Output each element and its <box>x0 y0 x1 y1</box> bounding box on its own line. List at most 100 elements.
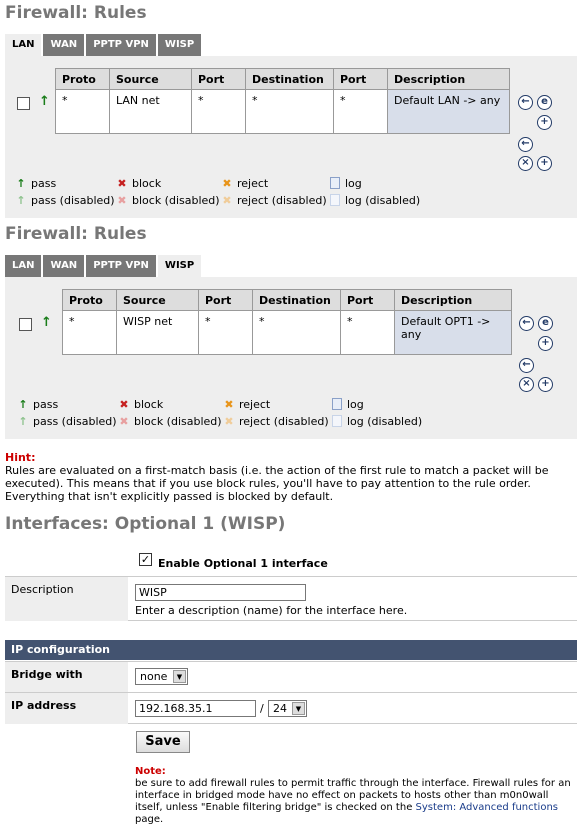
legend-block: ✖ block <box>115 177 161 190</box>
ip-input[interactable]: 192.168.35.1 <box>135 700 256 717</box>
col-dport: Port <box>340 289 395 311</box>
ip-separator: / <box>260 702 264 715</box>
tab-wan[interactable]: WAN <box>43 34 85 56</box>
edit-icon[interactable]: e <box>538 316 553 331</box>
bridge-select[interactable]: none ▼ <box>135 668 188 685</box>
legend-pass: ↑ pass <box>16 398 58 411</box>
enable-label: Enable Optional 1 interface <box>158 557 328 570</box>
rule-checkbox[interactable] <box>19 318 32 331</box>
firewall-title-2: Firewall: Rules <box>5 224 147 244</box>
firewall-title-1: Firewall: Rules <box>5 3 147 23</box>
pass-icon: ↑ <box>16 177 26 190</box>
hint-label: Hint: <box>5 451 36 464</box>
tab-lan[interactable]: LAN <box>5 34 42 56</box>
cell-proto: * <box>62 310 117 355</box>
legend-reject-disabled: ✖ reject (disabled) <box>220 194 326 207</box>
edit-icon[interactable]: e <box>537 95 552 110</box>
pass-icon: ↑ <box>18 398 28 411</box>
block-disabled-icon: ✖ <box>117 194 127 207</box>
tab-bar-2: LAN WAN PPTP VPN WISP <box>5 255 203 277</box>
cell-source: WISP net <box>116 310 199 355</box>
col-destination: Destination <box>245 68 334 90</box>
legend-pass-disabled: ↑ pass (disabled) <box>16 415 116 428</box>
plus-icon[interactable]: + <box>538 336 553 351</box>
cell-proto: * <box>55 89 110 134</box>
legend-block: ✖ block <box>117 398 163 411</box>
table-row[interactable]: * WISP net * * * Default OPT1 -> any <box>62 310 512 355</box>
move-left-icon[interactable]: ← <box>519 358 534 373</box>
move-left-icon[interactable]: ← <box>519 316 534 331</box>
table-row[interactable]: * LAN net * * * Default LAN -> any <box>55 89 510 134</box>
chevron-down-icon: ▼ <box>173 670 186 683</box>
reject-disabled-icon: ✖ <box>224 415 234 428</box>
col-proto: Proto <box>55 68 110 90</box>
hint-text: Rules are evaluated on a first-match bas… <box>5 464 549 503</box>
tab-pptp-vpn[interactable]: PPTP VPN <box>86 255 156 277</box>
cell-source: LAN net <box>109 89 192 134</box>
col-source: Source <box>116 289 199 311</box>
col-port: Port <box>191 68 246 90</box>
rules-table-2: Proto Source Port Destination Port Descr… <box>62 289 512 355</box>
interfaces-title: Interfaces: Optional 1 (WISP) <box>5 514 286 534</box>
legend-log-disabled: log (disabled) <box>332 415 422 428</box>
plus-icon[interactable]: + <box>537 156 552 171</box>
block-disabled-icon: ✖ <box>119 415 129 428</box>
log-icon <box>332 398 342 410</box>
bridge-label: Bridge with <box>5 662 128 692</box>
arrow-up-icon: ↑ <box>39 94 50 109</box>
legend-log-disabled: log (disabled) <box>330 194 420 207</box>
description-input[interactable]: WISP <box>135 584 306 601</box>
cell-dport: * <box>333 89 388 134</box>
tab-lan[interactable]: LAN <box>5 255 42 277</box>
tab-wisp[interactable]: WISP <box>157 255 202 277</box>
delete-icon[interactable]: × <box>519 377 534 392</box>
cell-description: Default OPT1 -> any <box>394 310 512 355</box>
cell-port: * <box>191 89 246 134</box>
legend-pass-disabled: ↑ pass (disabled) <box>14 194 114 207</box>
cell-dport: * <box>340 310 395 355</box>
plus-icon[interactable]: + <box>537 115 552 130</box>
log-icon <box>330 177 340 189</box>
plus-icon[interactable]: + <box>538 377 553 392</box>
tab-wan[interactable]: WAN <box>43 255 85 277</box>
reject-icon: ✖ <box>224 398 234 411</box>
legend-block-disabled: ✖ block (disabled) <box>117 415 221 428</box>
rule-checkbox[interactable] <box>17 97 30 110</box>
log-disabled-icon <box>332 415 342 427</box>
note-block: Note: be sure to add firewall rules to p… <box>135 766 575 826</box>
col-proto: Proto <box>62 289 117 311</box>
block-icon: ✖ <box>119 398 129 411</box>
legend-log: log <box>332 398 364 411</box>
col-description: Description <box>387 68 510 90</box>
reject-icon: ✖ <box>222 177 232 190</box>
cell-destination: * <box>245 89 334 134</box>
bridge-row: Bridge with <box>5 661 577 692</box>
tab-wisp[interactable]: WISP <box>157 34 202 56</box>
ip-label: IP address <box>5 693 128 724</box>
cell-description: Default LAN -> any <box>387 89 510 134</box>
log-disabled-icon <box>330 194 340 206</box>
legend-block-disabled: ✖ block (disabled) <box>115 194 219 207</box>
pass-disabled-icon: ↑ <box>16 194 26 207</box>
note-label: Note: <box>135 766 166 777</box>
note-text-end: page. <box>135 814 164 825</box>
tab-pptp-vpn[interactable]: PPTP VPN <box>86 34 156 56</box>
block-icon: ✖ <box>117 177 127 190</box>
move-left-icon[interactable]: ← <box>518 95 533 110</box>
save-button[interactable]: Save <box>136 731 190 753</box>
advanced-functions-link[interactable]: System: Advanced functions <box>416 802 558 813</box>
legend-pass: ↑ pass <box>14 177 56 190</box>
enable-checkbox[interactable]: ✓ <box>139 553 152 566</box>
description-label: Description <box>5 577 128 621</box>
description-help: Enter a description (name) for the inter… <box>135 604 408 617</box>
table-header: Proto Source Port Destination Port Descr… <box>62 289 512 311</box>
chevron-down-icon: ▼ <box>292 702 305 715</box>
pass-disabled-icon: ↑ <box>18 415 28 428</box>
subnet-select[interactable]: 24 ▼ <box>268 700 307 717</box>
legend-reject-disabled: ✖ reject (disabled) <box>222 415 328 428</box>
tab-bar-1: LAN WAN PPTP VPN WISP <box>5 34 203 56</box>
move-left-icon[interactable]: ← <box>518 137 533 152</box>
legend-log: log <box>330 177 362 190</box>
legend-reject: ✖ reject <box>222 398 270 411</box>
delete-icon[interactable]: × <box>518 156 533 171</box>
